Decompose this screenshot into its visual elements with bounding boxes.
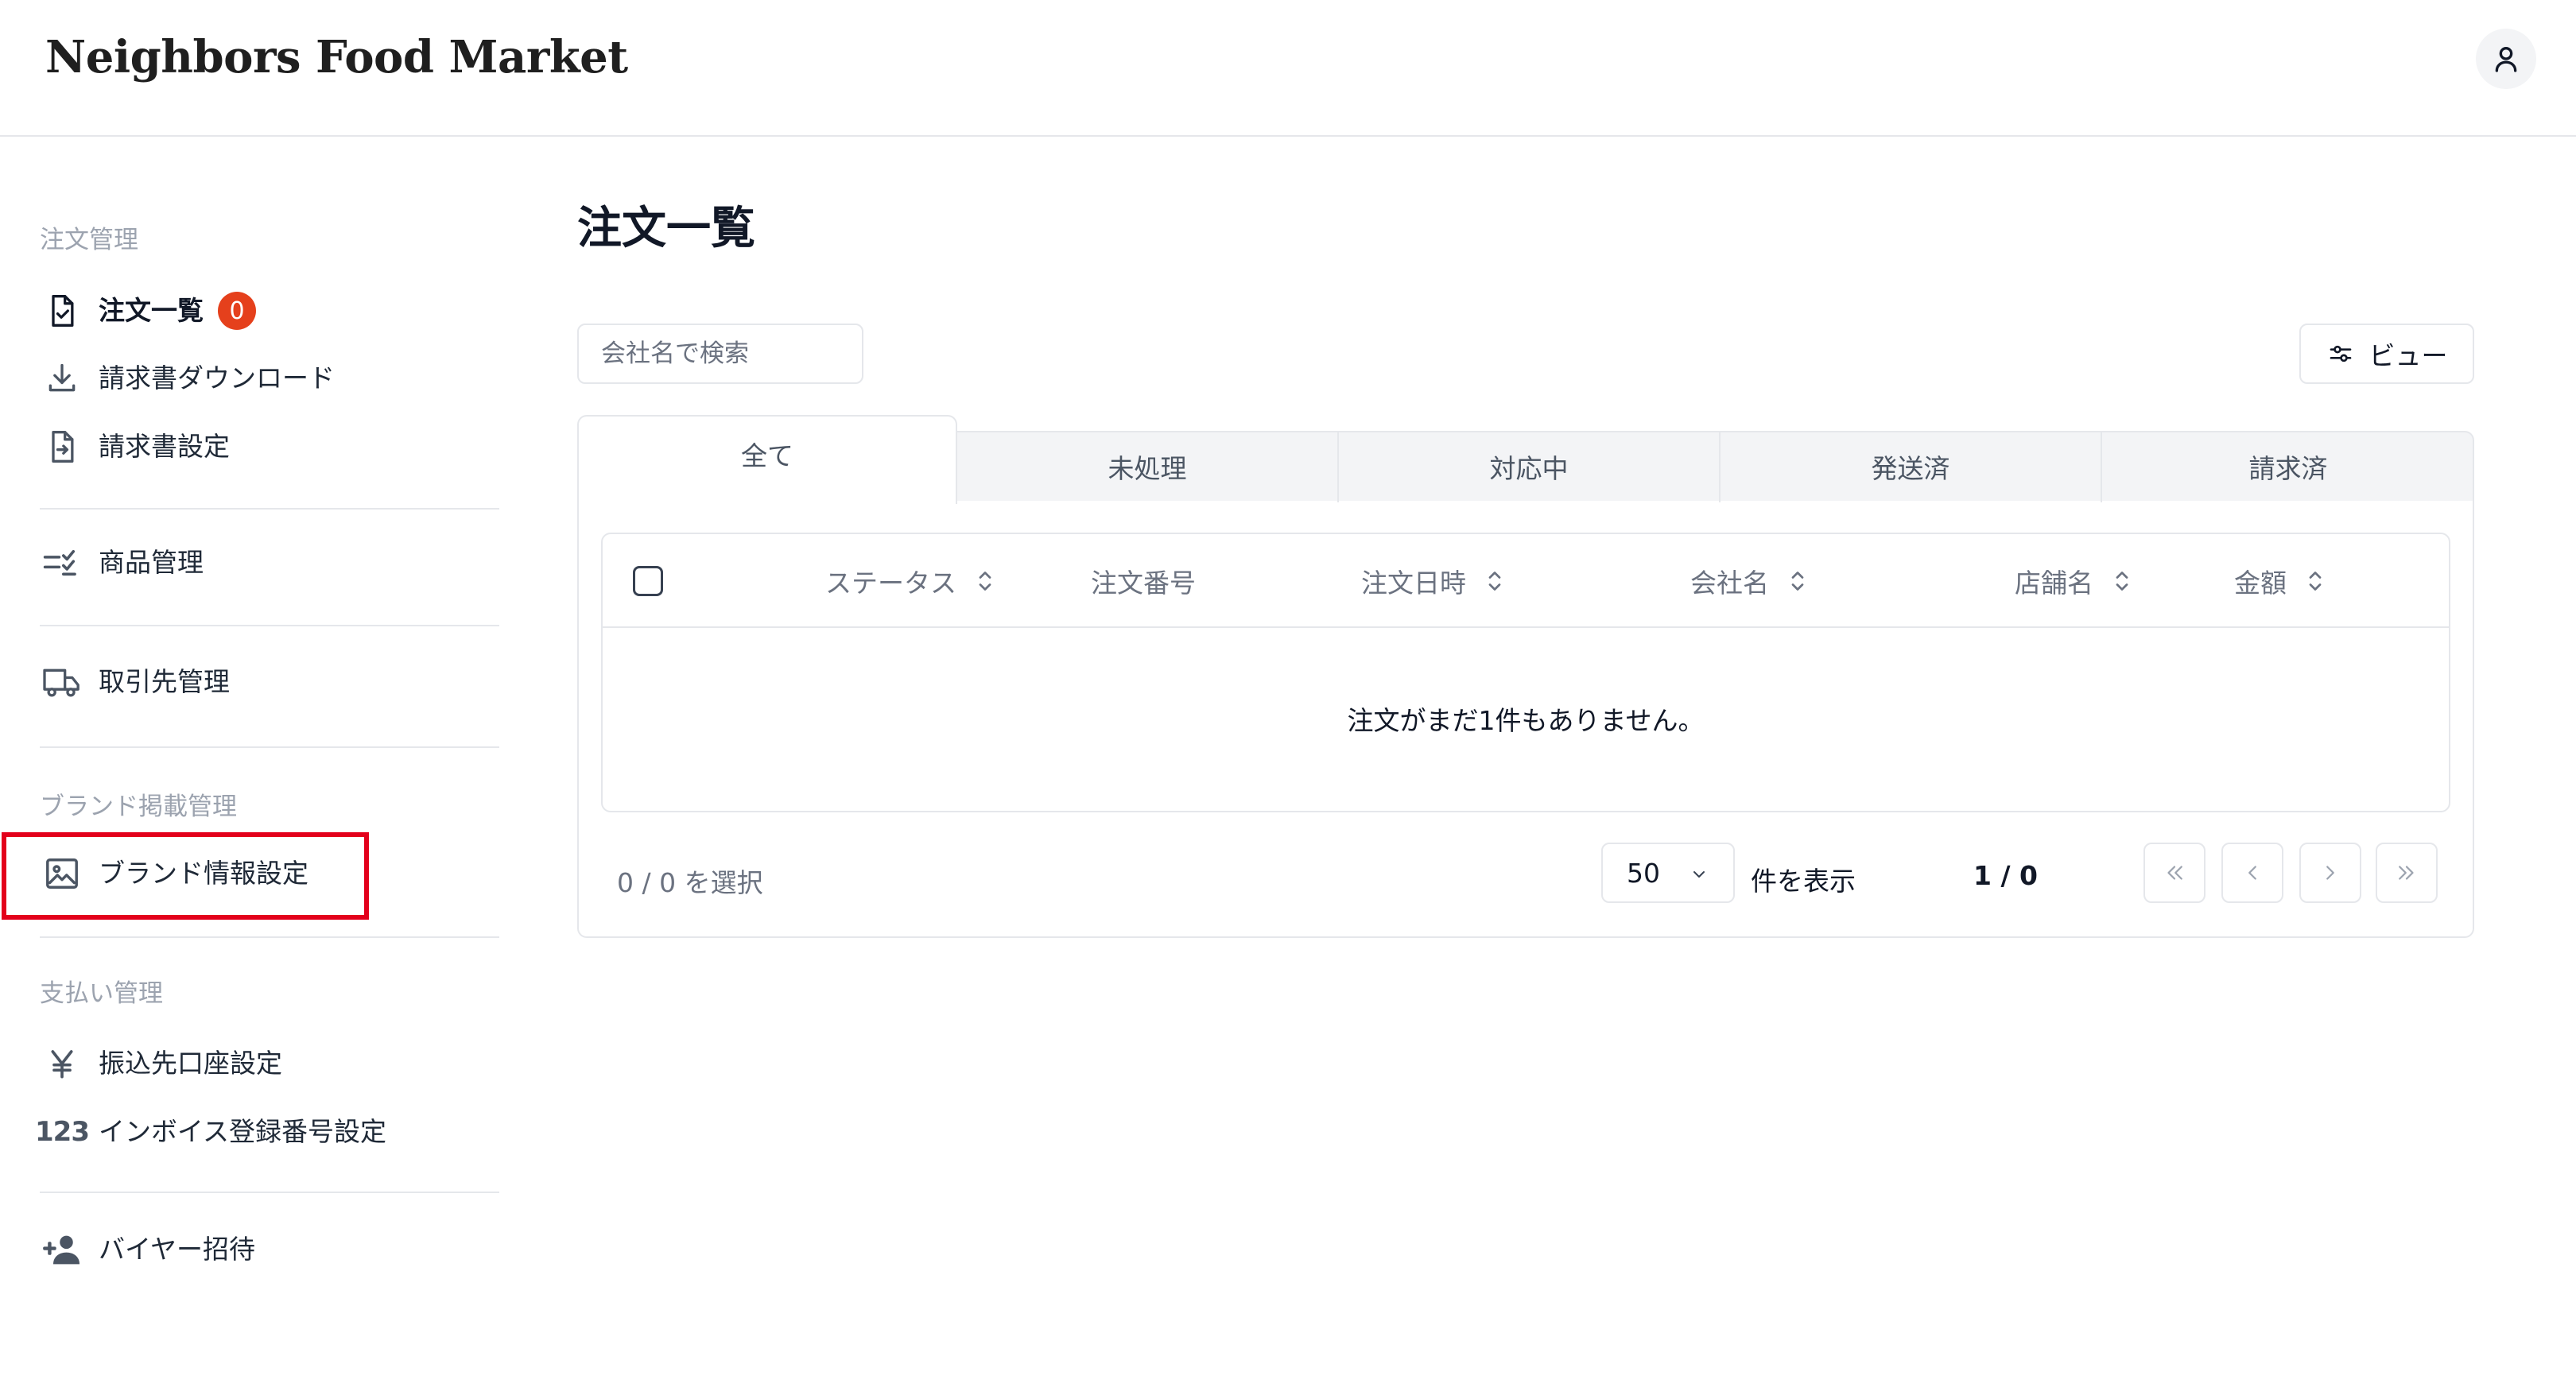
sidebar-item-invoice-number[interactable]: 123 インボイス登録番号設定	[35, 1106, 387, 1157]
sliders-icon	[2326, 341, 2355, 366]
column-label: 注文番号	[1091, 568, 1196, 599]
app-header: Neighbors Food Market	[0, 0, 2576, 137]
column-label: 注文日時	[1361, 568, 1466, 599]
chevrons-right-icon	[2399, 866, 2414, 880]
tab-unprocessed[interactable]: 未処理	[957, 431, 1337, 502]
sidebar-item-order-list[interactable]: 注文一覧 0	[40, 285, 256, 336]
page-size-value: 50	[1627, 857, 1660, 889]
sidebar-item-invite-buyer[interactable]: バイヤー招待	[40, 1224, 255, 1275]
brand-logo[interactable]: Neighbors Food Market	[45, 29, 628, 86]
highlight-box	[2, 832, 369, 920]
column-header-order-date[interactable]: 注文日時	[1361, 561, 1503, 601]
column-header-status[interactable]: ステータス	[825, 561, 993, 601]
sidebar-item-label: 振込先口座設定	[99, 1048, 282, 1079]
selected-count: 0 / 0 を選択	[617, 867, 763, 898]
sidebar: 注文管理 注文一覧 0 請求書ダウンロード 請求書設定 商品管理 取引先管理 ブ…	[0, 137, 509, 1399]
sidebar-divider	[40, 508, 499, 510]
page-title: 注文一覧	[577, 203, 755, 254]
user-menu-button[interactable]	[2476, 29, 2536, 89]
user-plus-icon	[40, 1227, 84, 1272]
search-input[interactable]	[577, 324, 863, 384]
sidebar-divider	[40, 746, 499, 748]
section-label-orders: 注文管理	[40, 226, 138, 254]
sidebar-item-bank-account[interactable]: 振込先口座設定	[40, 1038, 282, 1089]
sidebar-item-label: 請求書設定	[99, 431, 230, 462]
sidebar-item-product-management[interactable]: 商品管理	[40, 537, 204, 588]
column-label: 会社名	[1690, 568, 1769, 599]
column-label: ステータス	[825, 568, 956, 599]
document-check-icon	[40, 289, 84, 333]
number-123-icon: 123	[35, 1116, 90, 1148]
sidebar-item-label: バイヤー招待	[99, 1234, 256, 1265]
sidebar-item-label: 請求書ダウンロード	[99, 362, 335, 393]
sort-icon	[2307, 569, 2323, 593]
view-button[interactable]: ビュー	[2299, 324, 2474, 384]
document-arrow-icon	[40, 424, 84, 469]
select-all-checkbox[interactable]	[633, 566, 663, 596]
sidebar-item-invoice-download[interactable]: 請求書ダウンロード	[40, 353, 335, 404]
column-label: 店舗名	[2015, 568, 2093, 599]
sidebar-item-partner-management[interactable]: 取引先管理	[40, 657, 230, 707]
orders-card: 未処理 対応中 発送済 請求済 全て ステータス 注文番号 注文日時 会社名 店…	[577, 415, 2474, 938]
sidebar-item-label: 注文一覧	[99, 295, 204, 326]
sidebar-divider	[40, 936, 499, 938]
orders-table: ステータス 注文番号 注文日時 会社名 店舗名 金額 注文がまだ1件もありません…	[601, 533, 2450, 812]
tab-in-progress[interactable]: 対応中	[1339, 431, 1719, 502]
per-page-label: 件を表示	[1751, 866, 1856, 897]
sort-icon	[1790, 569, 1806, 593]
chevron-left-icon	[2248, 866, 2256, 880]
sort-icon	[2114, 569, 2130, 593]
column-header-order-number[interactable]: 注文番号	[1091, 561, 1196, 601]
sort-icon	[1487, 569, 1503, 593]
view-button-label: ビュー	[2368, 340, 2448, 371]
order-count-badge: 0	[218, 292, 256, 330]
sidebar-item-label: 商品管理	[99, 547, 204, 578]
user-icon	[2495, 46, 2517, 72]
column-label: 金額	[2234, 568, 2287, 599]
sidebar-divider	[40, 625, 499, 626]
previous-page-button[interactable]	[2221, 843, 2283, 903]
page-info: 1 / 0	[1973, 860, 2038, 891]
next-page-button[interactable]	[2299, 843, 2361, 903]
column-header-store[interactable]: 店舗名	[2015, 561, 2130, 601]
section-label-brand: ブランド掲載管理	[40, 793, 237, 821]
sort-icon	[977, 569, 993, 593]
yen-icon	[40, 1041, 84, 1086]
table-header: ステータス 注文番号 注文日時 会社名 店舗名 金額	[603, 534, 2449, 628]
sidebar-divider	[40, 1192, 499, 1193]
empty-message: 注文がまだ1件もありません。	[1347, 705, 1705, 736]
truck-icon	[40, 660, 84, 704]
first-page-button[interactable]	[2143, 843, 2206, 903]
last-page-button[interactable]	[2376, 843, 2438, 903]
column-header-amount[interactable]: 金額	[2234, 561, 2323, 601]
chevron-right-icon	[2326, 866, 2334, 880]
sidebar-item-label: 取引先管理	[99, 666, 230, 697]
sidebar-item-invoice-settings[interactable]: 請求書設定	[40, 421, 230, 472]
section-label-payment: 支払い管理	[40, 979, 163, 1008]
sidebar-item-label: インボイス登録番号設定	[99, 1116, 387, 1147]
list-check-icon	[40, 541, 84, 585]
download-icon	[40, 356, 84, 401]
chevrons-left-icon	[2167, 866, 2182, 880]
column-header-company[interactable]: 会社名	[1690, 561, 1806, 601]
tab-invoiced[interactable]: 請求済	[2102, 431, 2474, 502]
chevron-down-icon	[1689, 865, 1709, 884]
tab-all[interactable]: 全て	[577, 415, 957, 504]
page-size-select[interactable]: 50	[1601, 843, 1735, 903]
tab-shipped[interactable]: 発送済	[1721, 431, 2101, 502]
